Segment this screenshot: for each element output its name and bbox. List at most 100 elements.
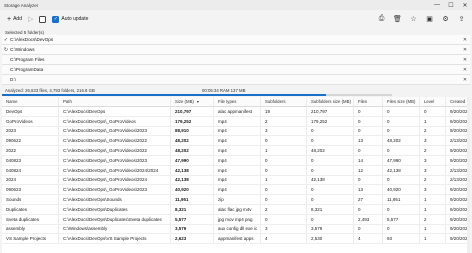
column-header-label: Created bbox=[450, 99, 466, 104]
table-row[interactable]: 040824 C:\AlexDocs\DevOps\_GoProVideos\20… bbox=[2, 165, 470, 176]
toolbar-right-icons: ⎙ 🗑 ☆ ▣ ⚙ ⇪ bbox=[377, 14, 466, 23]
table-row[interactable]: DevOps C:\AlexDocs\DevOps 210,797 alac appm… bbox=[2, 107, 470, 117]
table-cell: 0 bbox=[354, 175, 383, 185]
table-cell: 2,493 bbox=[354, 214, 383, 224]
table-row[interactable]: Duplicates C:\AlexDocs\DevOps\Duplicates 8… bbox=[2, 204, 470, 215]
remove-folder-icon[interactable]: ✕ bbox=[460, 77, 470, 83]
auto-update-checkbox[interactable]: ✓ bbox=[52, 15, 60, 23]
progress-bar bbox=[2, 94, 392, 96]
table-cell: 1 bbox=[420, 234, 446, 244]
table-cell: 2023 bbox=[2, 126, 59, 136]
table-cell: mp4 bbox=[214, 146, 261, 155]
share-icon[interactable]: ⇪ bbox=[457, 14, 466, 23]
table-row[interactable]: 2023 C:\AlexDocs\DevOps\_GoProVideos\2023… bbox=[2, 126, 470, 137]
table-cell: 2 bbox=[420, 146, 446, 155]
table-row[interactable]: 090622 C:\AlexDocs\DevOps\_GoProVideos\20… bbox=[2, 136, 470, 147]
folder-path: C:\Program Files bbox=[10, 57, 45, 62]
table-row[interactable]: Sounds C:\AlexDocs\DevOps\Sounds 11,951 zip… bbox=[2, 195, 470, 205]
table-row[interactable]: 090623 C:\AlexDocs\DevOps\_GoProVideos\20… bbox=[2, 185, 470, 196]
export-icon[interactable]: ⎙ bbox=[377, 14, 386, 23]
minimize-button[interactable]: — bbox=[430, 0, 444, 10]
auto-update-label: Auto update bbox=[61, 16, 89, 22]
table-cell: 11,951 bbox=[383, 195, 420, 204]
close-button[interactable]: ✕ bbox=[458, 0, 472, 10]
table-cell: 42,138 bbox=[383, 165, 420, 175]
auto-update-toggle[interactable]: ✓ Auto update bbox=[49, 14, 91, 25]
table-cell: 0 bbox=[261, 195, 307, 204]
folder-row[interactable]: C:\Program Files ✕ bbox=[2, 55, 470, 65]
selected-folder-list: ✓ C:\AlexDocs\DevOps ✕ ↻ C:\Windows ✕ C:… bbox=[2, 35, 470, 85]
column-header-label: Name bbox=[6, 99, 18, 104]
vertical-scrollbar[interactable] bbox=[467, 97, 470, 253]
window-title: Storage Analyzer bbox=[4, 2, 39, 8]
table-row[interactable]: VS Sample Projects C:\AlexDocs\DevOps\VS … bbox=[2, 234, 470, 245]
table-row[interactable]: GoProVideos C:\AlexDocs\DevOps\_GoProVide… bbox=[2, 116, 470, 127]
table-cell: 0 bbox=[261, 136, 307, 146]
settings-icon[interactable]: ⚙ bbox=[441, 14, 450, 23]
toolbar: + Add ▷ ✓ Auto update ⎙ 🗑 ☆ ▣ ⚙ ⇪ bbox=[0, 10, 472, 28]
column-header[interactable]: Files size (MB) bbox=[383, 97, 420, 106]
column-header[interactable]: Size (MB) ▾ bbox=[171, 97, 214, 106]
stop-button[interactable] bbox=[36, 14, 49, 25]
status-icon: ↻ bbox=[3, 46, 9, 53]
table-row[interactable]: 2022 C:\AlexDocs\DevOps\_GoProVideos\2022… bbox=[2, 146, 470, 156]
table-cell: 2,530 bbox=[307, 234, 354, 244]
folder-row[interactable]: C:\ProgramData ✕ bbox=[2, 65, 470, 75]
column-header[interactable]: Level bbox=[420, 97, 446, 106]
maximize-button[interactable]: ☐ bbox=[444, 0, 458, 10]
folder-row[interactable]: D:\ ✕ bbox=[2, 75, 470, 85]
table-row[interactable]: 2024 C:\AlexDocs\DevOps\_GoProVideos\2024… bbox=[2, 175, 470, 186]
column-header[interactable]: Name bbox=[2, 97, 59, 106]
table-row[interactable]: Sveta duplicates C:\AlexDocs\DevOps\Dupli… bbox=[2, 214, 470, 225]
table-cell: C:\AlexDocs\DevOps\_GoProVideos\2023 bbox=[59, 155, 171, 165]
analysis-summary: Analyzed: 26,633 files, 4,793 folders, 2… bbox=[5, 88, 95, 93]
column-header[interactable]: Subfolders size (MB) bbox=[307, 97, 354, 106]
column-header[interactable]: File types bbox=[214, 97, 261, 106]
table-cell: 11,951 bbox=[171, 195, 214, 204]
table-cell: 3 bbox=[261, 224, 307, 234]
column-header[interactable]: Path bbox=[59, 97, 171, 106]
column-header[interactable]: Files bbox=[354, 97, 383, 106]
table-cell: 0 bbox=[354, 116, 383, 126]
sort-descending-icon: ▾ bbox=[196, 99, 199, 104]
table-cell: 12 bbox=[354, 165, 383, 175]
table-cell: 0 bbox=[420, 107, 446, 116]
remove-folder-icon[interactable]: ✕ bbox=[460, 37, 470, 43]
table-cell: 40,920 bbox=[383, 185, 420, 195]
remove-folder-icon[interactable]: ✕ bbox=[460, 57, 470, 63]
play-button[interactable]: ▷ bbox=[25, 14, 36, 25]
table-cell: 19 bbox=[261, 107, 307, 116]
folder-row[interactable]: ✓ C:\AlexDocs\DevOps ✕ bbox=[2, 35, 470, 45]
table-cell: 090622 bbox=[2, 136, 59, 146]
table-cell: 8,321 bbox=[171, 204, 214, 214]
table-cell: C:\AlexDocs\DevOps\_GoProVideos\2024\202… bbox=[59, 165, 171, 175]
table-cell: 4 bbox=[261, 234, 307, 244]
table-cell: C:\AlexDocs\DevOps\_GoProVideos\2023 bbox=[59, 126, 171, 136]
table-row[interactable]: assembly C:\Windows\assembly 3,579 aux conf… bbox=[2, 224, 470, 235]
table-cell: 8,321 bbox=[307, 204, 354, 214]
table-row[interactable]: 040823 C:\AlexDocs\DevOps\_GoProVideos\20… bbox=[2, 155, 470, 166]
table-cell: VS Sample Projects bbox=[2, 234, 59, 244]
table-cell: mp4 bbox=[214, 126, 261, 136]
table-cell: 0 bbox=[354, 204, 383, 214]
table-cell: GoProVideos bbox=[2, 116, 59, 126]
table-cell: 48,202 bbox=[171, 136, 214, 146]
column-header-label: Path bbox=[63, 99, 72, 104]
table-cell: 88,910 bbox=[171, 126, 214, 136]
table-cell: 0 bbox=[354, 107, 383, 116]
remove-folder-icon[interactable]: ✕ bbox=[460, 67, 470, 73]
remove-folder-icon[interactable]: ✕ bbox=[460, 47, 470, 53]
folder-icon[interactable]: ▣ bbox=[425, 14, 434, 23]
add-button[interactable]: + Add bbox=[4, 14, 25, 25]
folder-row[interactable]: ↻ C:\Windows ✕ bbox=[2, 45, 470, 55]
table-cell: 0 bbox=[383, 224, 420, 234]
column-header-label: Subfolders size (MB) bbox=[311, 99, 351, 104]
delete-icon[interactable]: 🗑 bbox=[393, 14, 402, 23]
table-cell: Duplicates bbox=[2, 204, 59, 214]
table-cell: 2 bbox=[261, 116, 307, 126]
table-cell: 2 bbox=[420, 175, 446, 185]
star-icon[interactable]: ☆ bbox=[409, 14, 418, 23]
table-cell: 14 bbox=[354, 155, 383, 165]
column-header[interactable]: Subfolders bbox=[261, 97, 307, 106]
table-cell: mp4 bbox=[214, 165, 261, 175]
